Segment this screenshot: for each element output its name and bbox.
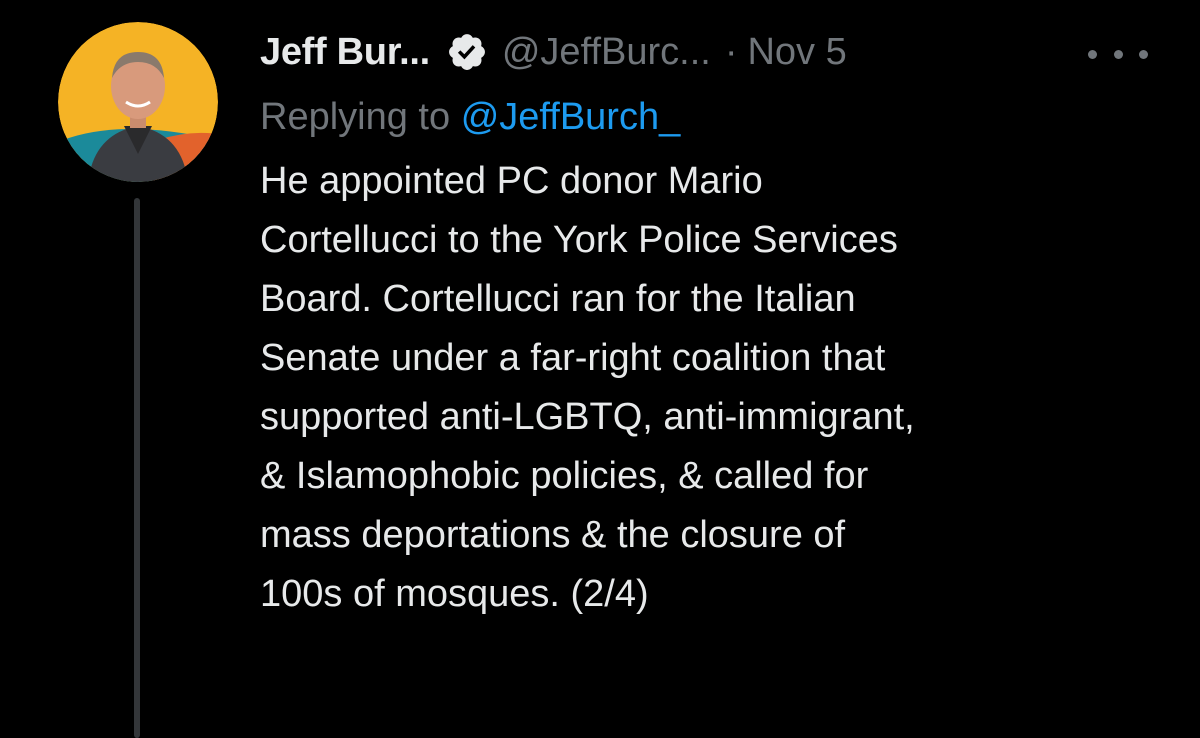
more-dot (1113, 49, 1123, 59)
tweet-text-line: Senate under a far-right coalition that (260, 337, 886, 379)
tweet-text-line: He appointed PC donor Mario (260, 160, 763, 202)
tweet-text-line: 100s of mosques. (2/4) (260, 573, 649, 615)
more-dot (1088, 49, 1097, 59)
more-options-icon[interactable] (1088, 34, 1148, 74)
tweet[interactable]: Jeff Bur... @JeffBurc... · Nov 5 Replyin… (0, 0, 1200, 738)
reply-mention-link[interactable]: @JeffBurch_ (461, 96, 681, 138)
thread-line (134, 198, 140, 738)
separator-dot: · (724, 30, 738, 73)
reply-prefix: Replying to (260, 96, 451, 138)
tweet-date[interactable]: Nov 5 (747, 31, 846, 74)
user-handle[interactable]: @JeffBurc... (502, 31, 711, 74)
tweet-text-line: & Islamophobic policies, & called for (260, 455, 869, 497)
more-dot (1139, 49, 1148, 59)
tweet-text: He appointed PC donor Mario Cortellucci … (260, 152, 1140, 624)
tweet-text-line: Board. Cortellucci ran for the Italian (260, 278, 856, 320)
tweet-text-line: mass deportations & the closure of (260, 514, 846, 556)
tweet-text-line: supported anti-LGBTQ, anti-immigrant, (260, 396, 915, 438)
tweet-text-line: Cortellucci to the York Police Services (260, 219, 898, 261)
display-name[interactable]: Jeff Bur... (260, 31, 430, 74)
tweet-header: Jeff Bur... @JeffBurc... · Nov 5 (260, 22, 1160, 82)
verified-badge-icon (448, 34, 485, 70)
tweet-content: Jeff Bur... @JeffBurc... · Nov 5 Replyin… (260, 22, 1160, 624)
reply-context: Replying to @JeffBurch_ (260, 88, 1160, 146)
avatar[interactable] (58, 22, 218, 182)
avatar-column (58, 22, 218, 182)
